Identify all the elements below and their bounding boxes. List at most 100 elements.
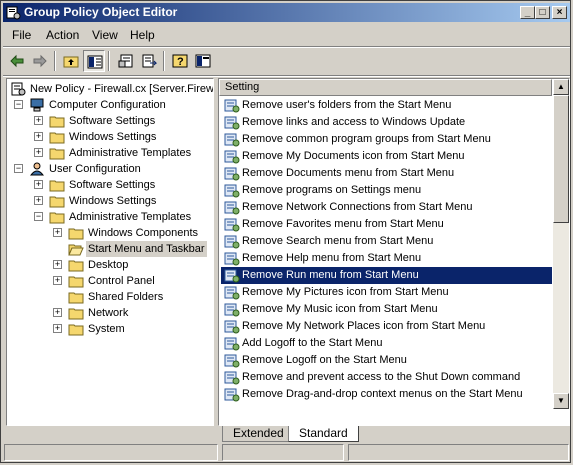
show-hide-tree-button[interactable]: [83, 50, 105, 72]
policy-setting-icon: [224, 99, 240, 113]
maximize-button[interactable]: □: [535, 6, 550, 19]
list-item[interactable]: Remove user's folders from the Start Men…: [221, 97, 552, 114]
menu-action[interactable]: Action: [46, 28, 79, 42]
list-item[interactable]: Remove Search menu from Start Menu: [221, 233, 552, 250]
status-bar: [4, 444, 569, 461]
list-item-label: Remove common program groups from Start …: [242, 133, 491, 145]
list-item[interactable]: Remove and prevent access to the Shut Do…: [221, 369, 552, 386]
tab-standard[interactable]: Standard: [288, 426, 359, 442]
list-item-label: Remove Logoff on the Start Menu: [242, 354, 407, 366]
menu-help[interactable]: Help: [130, 28, 155, 42]
list-item[interactable]: Add Logoff to the Start Menu: [221, 335, 552, 352]
extended-view-icon: [195, 54, 211, 68]
folder-icon: [68, 276, 84, 288]
column-header-setting[interactable]: Setting: [219, 79, 552, 96]
expand-icon[interactable]: +: [53, 324, 62, 333]
collapse-icon[interactable]: −: [34, 212, 43, 221]
policy-setting-icon: [224, 371, 240, 385]
expand-icon[interactable]: +: [34, 148, 43, 157]
policy-setting-icon: [224, 252, 240, 266]
export-list-icon: [142, 54, 157, 68]
expand-icon[interactable]: +: [34, 196, 43, 205]
policy-setting-icon: [224, 354, 240, 368]
list-item[interactable]: Remove Favorites menu from Start Menu: [221, 216, 552, 233]
expand-icon[interactable]: +: [34, 180, 43, 189]
expand-icon[interactable]: +: [53, 260, 62, 269]
tree-label: System: [88, 323, 125, 335]
scroll-thumb[interactable]: [553, 95, 569, 223]
open-folder-icon: [68, 244, 84, 256]
export-list-button[interactable]: [138, 50, 160, 72]
menu-file[interactable]: File: [12, 28, 31, 42]
list-item-label: Remove My Pictures icon from Start Menu: [242, 286, 449, 298]
expand-icon[interactable]: +: [53, 228, 62, 237]
settings-list-pane[interactable]: Setting Remove user's folders from the S…: [218, 78, 570, 426]
minimize-button[interactable]: _: [520, 6, 535, 19]
expand-icon[interactable]: +: [34, 132, 43, 141]
tree-pane[interactable]: New Policy - Firewall.cx [Server.Firewal…: [6, 78, 214, 426]
tree-label: Computer Configuration: [49, 99, 166, 111]
toolbar: ?: [3, 48, 570, 74]
policy-setting-icon: [224, 388, 240, 402]
tree-label: User Configuration: [49, 163, 141, 175]
vertical-scrollbar[interactable]: ▲ ▼: [553, 79, 569, 409]
list-item[interactable]: Remove Network Connections from Start Me…: [221, 199, 552, 216]
help-button[interactable]: ?: [169, 50, 191, 72]
folder-icon: [49, 180, 65, 192]
list-item[interactable]: Remove My Network Places icon from Start…: [221, 318, 552, 335]
list-item-label: Remove Favorites menu from Start Menu: [242, 218, 444, 230]
list-item[interactable]: Remove My Pictures icon from Start Menu: [221, 284, 552, 301]
folder-icon: [68, 292, 84, 304]
list-item-label: Remove programs on Settings menu: [242, 184, 422, 196]
scroll-up-button[interactable]: ▲: [553, 79, 569, 95]
list-item[interactable]: Remove My Music icon from Start Menu: [221, 301, 552, 318]
show-hide-tree-icon: [87, 55, 103, 69]
expand-icon[interactable]: +: [53, 276, 62, 285]
scroll-down-button[interactable]: ▼: [553, 393, 569, 409]
expand-icon[interactable]: +: [53, 308, 62, 317]
collapse-icon[interactable]: −: [14, 164, 23, 173]
list-item-label: Remove My Network Places icon from Start…: [242, 320, 486, 332]
group-policy-app-icon: [6, 6, 21, 20]
tree-label: New Policy - Firewall.cx [Server.Firewal…: [30, 83, 214, 95]
list-item[interactable]: Remove common program groups from Start …: [221, 131, 552, 148]
extended-view-button[interactable]: [192, 50, 214, 72]
policy-setting-icon: [224, 218, 240, 232]
tree-label: Windows Settings: [69, 195, 157, 207]
computer-icon: [30, 98, 44, 112]
toolbar-separator: [163, 51, 165, 71]
properties-button[interactable]: [115, 50, 137, 72]
list-item[interactable]: Remove Help menu from Start Menu: [221, 250, 552, 267]
list-item[interactable]: Remove links and access to Windows Updat…: [221, 114, 552, 131]
list-item-label: Remove Network Connections from Start Me…: [242, 201, 473, 213]
collapse-icon[interactable]: −: [14, 100, 23, 109]
close-button[interactable]: ×: [552, 6, 567, 19]
list-item[interactable]: Remove Documents menu from Start Menu: [221, 165, 552, 182]
folder-icon: [68, 308, 84, 320]
help-icon: ?: [172, 54, 188, 68]
folder-icon: [49, 196, 65, 208]
tree-label: Start Menu and Taskbar: [86, 241, 207, 257]
list-item[interactable]: Remove Drag-and-drop context menus on th…: [221, 386, 552, 403]
toolbar-separator: [54, 51, 56, 71]
folder-icon: [68, 260, 84, 272]
view-tabs: Extended Standard: [218, 426, 570, 442]
folder-icon: [49, 116, 65, 128]
policy-setting-icon: [224, 337, 240, 351]
list-item[interactable]: Remove My Documents icon from Start Menu: [221, 148, 552, 165]
back-button[interactable]: [6, 50, 28, 72]
list-item-label: Add Logoff to the Start Menu: [242, 337, 383, 349]
tree-label: Administrative Templates: [69, 211, 192, 223]
tree-label: Software Settings: [69, 115, 156, 127]
title-bar[interactable]: Group Policy Object Editor _ □ ×: [3, 3, 570, 22]
menu-view[interactable]: View: [92, 28, 118, 42]
list-item[interactable]: Remove Run menu from Start Menu: [221, 267, 552, 284]
list-item[interactable]: Remove Logoff on the Start Menu: [221, 352, 552, 369]
tab-extended[interactable]: Extended: [222, 426, 294, 442]
forward-button[interactable]: [29, 50, 51, 72]
tree-label: Control Panel: [88, 275, 155, 287]
expand-icon[interactable]: +: [34, 116, 43, 125]
policy-setting-icon: [224, 201, 240, 215]
up-one-level-button[interactable]: [60, 50, 82, 72]
list-item[interactable]: Remove programs on Settings menu: [221, 182, 552, 199]
